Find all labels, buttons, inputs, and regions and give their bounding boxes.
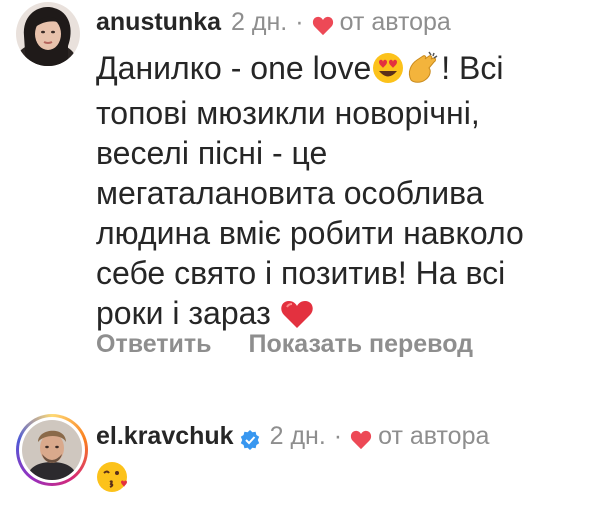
heart-eyes-emoji-icon <box>371 52 405 93</box>
show-translation-button[interactable]: Показать перевод <box>248 330 473 358</box>
comment-text: Данилко - one love ! Всі топові мюзикли н… <box>96 48 576 338</box>
timestamp[interactable]: 2 дн. <box>270 420 326 452</box>
username[interactable]: anustunka <box>96 6 221 38</box>
comment-header: el.kravchuk 2 дн. · от автора <box>96 420 489 452</box>
username[interactable]: el.kravchuk <box>96 420 234 452</box>
comment-line: Данилко - one love <box>96 50 372 86</box>
clapping-hands-emoji-icon <box>405 50 441 93</box>
heart-icon <box>350 426 372 450</box>
timestamp[interactable]: 2 дн. <box>231 6 287 38</box>
comment-line: ! Всі <box>441 50 504 86</box>
comment-line: себе свято і позитив! На всі <box>96 255 506 291</box>
reply-button[interactable]: Ответить <box>96 330 212 358</box>
comment-line: топові мюзикли новорічні, <box>96 95 480 131</box>
comment-text <box>96 458 576 503</box>
avatar[interactable] <box>22 420 82 480</box>
comment-line: веселі пісні - це <box>96 135 328 171</box>
face-blowing-kiss-emoji-icon <box>96 460 130 503</box>
separator-dot: · <box>333 422 343 450</box>
avatar[interactable] <box>16 2 80 66</box>
heart-icon <box>312 12 334 36</box>
comment-header: anustunka 2 дн. · от автора <box>96 6 451 38</box>
liked-by-author-label: от автора <box>339 8 451 36</box>
story-ring[interactable] <box>16 414 88 486</box>
comment-actions: Ответить Показать перевод <box>96 330 503 359</box>
comment-line: роки і зараз <box>96 295 271 331</box>
comment-line: мегаталановита особлива <box>96 175 484 211</box>
separator-dot: · <box>295 8 304 36</box>
verified-badge-icon <box>240 426 260 450</box>
liked-by-author-label: от автора <box>378 422 490 450</box>
comment-line: людина вміє робити навколо <box>96 215 524 251</box>
